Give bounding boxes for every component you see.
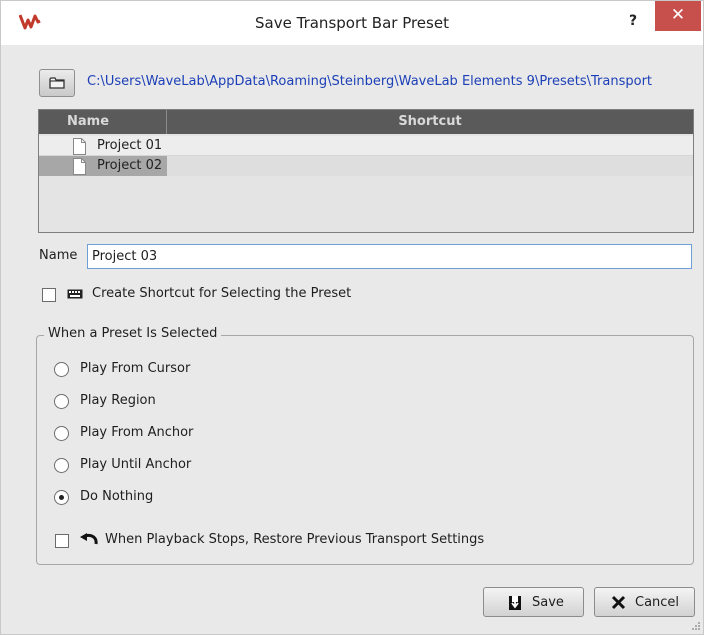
resize-grip-icon[interactable] (691, 621, 701, 631)
play-region-radio[interactable] (54, 394, 69, 409)
title-bar[interactable]: Save Transport Bar Preset ? ✕ (1, 1, 703, 45)
column-header-name[interactable]: Name (39, 110, 167, 134)
create-shortcut-checkbox[interactable] (42, 288, 56, 302)
dialog-window: Save Transport Bar Preset ? ✕ C:\Users\W… (0, 0, 704, 635)
preset-list[interactable]: Name Shortcut Project 01 Project 02 (38, 109, 694, 233)
preset-name: Project 01 (97, 138, 163, 153)
window-title: Save Transport Bar Preset (255, 14, 449, 32)
save-button-label: Save (532, 595, 564, 610)
do-nothing-radio[interactable] (54, 490, 69, 505)
create-shortcut-label[interactable]: Create Shortcut for Selecting the Preset (92, 286, 351, 301)
close-icon (611, 595, 626, 610)
play-until-anchor-label[interactable]: Play Until Anchor (80, 457, 191, 472)
preset-name: Project 02 (97, 158, 163, 173)
play-region-label[interactable]: Play Region (80, 393, 156, 408)
play-from-cursor-label[interactable]: Play From Cursor (80, 361, 190, 376)
keyboard-icon (67, 289, 83, 299)
list-item[interactable]: Project 01 (39, 136, 693, 156)
play-until-anchor-radio[interactable] (54, 458, 69, 473)
undo-icon (80, 533, 98, 545)
help-button[interactable]: ? (621, 11, 645, 33)
column-header-shortcut[interactable]: Shortcut (167, 110, 693, 134)
list-header: Name Shortcut (39, 110, 693, 134)
restore-settings-label[interactable]: When Playback Stops, Restore Previous Tr… (105, 532, 484, 547)
play-from-anchor-radio[interactable] (54, 426, 69, 441)
preset-name-input[interactable] (87, 244, 692, 269)
do-nothing-label[interactable]: Do Nothing (80, 489, 153, 504)
play-from-anchor-label[interactable]: Play From Anchor (80, 425, 193, 440)
document-icon (73, 158, 86, 175)
list-item-selected[interactable]: Project 02 (39, 156, 693, 176)
save-icon (509, 596, 521, 610)
browse-folder-button[interactable] (39, 69, 75, 97)
group-title: When a Preset Is Selected (44, 326, 222, 341)
close-button[interactable]: ✕ (655, 1, 701, 31)
preset-folder-path[interactable]: C:\Users\WaveLab\AppData\Roaming\Steinbe… (87, 74, 652, 89)
cancel-button-label: Cancel (635, 595, 680, 610)
folder-icon (49, 77, 65, 89)
cancel-button[interactable]: Cancel (594, 587, 695, 617)
restore-settings-checkbox[interactable] (55, 534, 69, 548)
play-from-cursor-radio[interactable] (54, 362, 69, 377)
name-label: Name (39, 248, 78, 263)
save-button[interactable]: Save (483, 587, 584, 617)
document-icon (73, 138, 86, 155)
